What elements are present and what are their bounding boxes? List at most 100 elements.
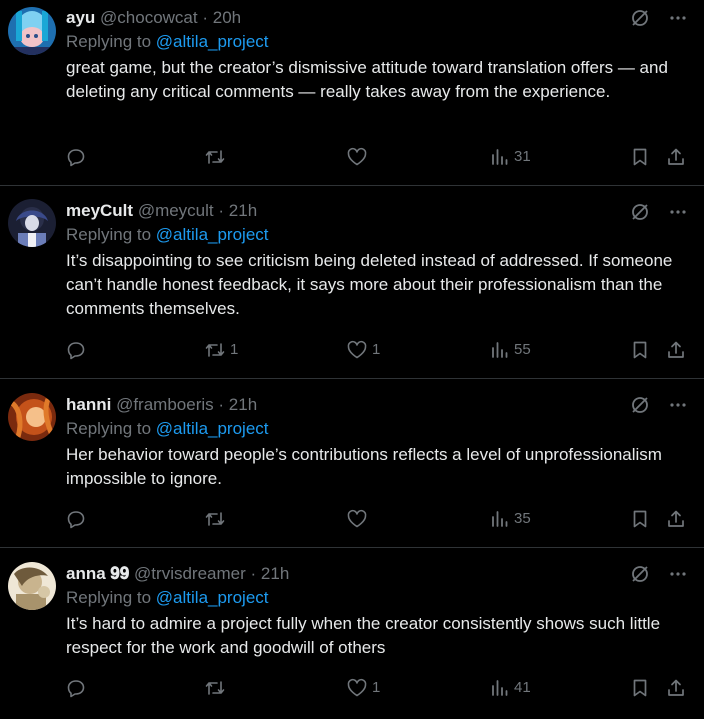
retweet-icon xyxy=(205,681,225,695)
bookmark-button[interactable] xyxy=(630,147,650,167)
reply-button[interactable] xyxy=(66,340,90,360)
more-options-icon[interactable] xyxy=(668,202,688,222)
analytics-icon xyxy=(492,511,508,527)
tweet[interactable]: anna 𝟗𝟗 @trvisdreamer · 21h Replying to … xyxy=(0,548,704,719)
views-button[interactable]: 55 xyxy=(490,340,531,360)
grok-icon[interactable] xyxy=(630,202,650,222)
share-button[interactable] xyxy=(666,509,686,529)
tweet-body: ayu @chocowcat · 20h Replying to @altila… xyxy=(66,6,686,104)
tweet-top-icons xyxy=(630,564,688,584)
display-name[interactable]: anna 𝟗𝟗 xyxy=(66,564,129,583)
avatar[interactable] xyxy=(8,199,56,247)
like-button[interactable] xyxy=(346,147,372,167)
tweet-actions: 1 41 xyxy=(66,678,688,702)
avatar[interactable] xyxy=(8,562,56,610)
views-button[interactable]: 31 xyxy=(490,147,531,167)
views-button[interactable]: 41 xyxy=(490,678,531,698)
tweet-header: anna 𝟗𝟗 @trvisdreamer · 21h xyxy=(66,562,686,586)
bookmark-icon xyxy=(633,341,647,359)
share-button[interactable] xyxy=(666,678,686,698)
tweet-body: meyCult @meycult · 21h Replying to @alti… xyxy=(66,199,686,321)
replying-to: Replying to @altila_project xyxy=(66,417,686,441)
tweet[interactable]: hanni @framboeris · 21h Replying to @alt… xyxy=(0,379,704,548)
tweet-text: Her behavior toward people’s contributio… xyxy=(66,445,662,488)
bookmark-button[interactable] xyxy=(630,340,650,360)
analytics-icon xyxy=(492,680,508,696)
view-count: 41 xyxy=(514,679,531,696)
share-icon xyxy=(668,148,684,165)
mention-link[interactable]: @altila_project xyxy=(156,32,269,51)
avatar[interactable] xyxy=(8,393,56,441)
reply-button[interactable] xyxy=(66,678,90,698)
tweet-body: hanni @framboeris · 21h Replying to @alt… xyxy=(66,393,686,491)
mention-link[interactable]: @altila_project xyxy=(156,588,269,607)
grok-icon[interactable] xyxy=(630,395,650,415)
tweet[interactable]: meyCult @meycult · 21h Replying to @alti… xyxy=(0,186,704,379)
retweet-button[interactable] xyxy=(204,678,230,698)
retweet-count: 1 xyxy=(230,341,239,358)
reply-icon xyxy=(67,680,85,698)
tweet[interactable]: ayu @chocowcat · 20h Replying to @altila… xyxy=(0,0,704,186)
grok-icon[interactable] xyxy=(630,8,650,28)
retweet-button[interactable] xyxy=(204,147,230,167)
like-count: 1 xyxy=(372,679,381,696)
like-count: 1 xyxy=(372,341,381,358)
more-options-icon[interactable] xyxy=(668,395,688,415)
tweet-header: meyCult @meycult · 21h xyxy=(66,199,686,223)
like-button[interactable] xyxy=(346,509,372,529)
tweet-top-icons xyxy=(630,202,688,222)
display-name[interactable]: meyCult xyxy=(66,201,133,220)
display-name[interactable]: ayu xyxy=(66,8,95,27)
reply-feed: ayu @chocowcat · 20h Replying to @altila… xyxy=(0,0,704,719)
tweet-text: It’s disappointing to see criticism bein… xyxy=(66,251,673,318)
analytics-icon xyxy=(492,149,508,165)
views-button[interactable]: 35 xyxy=(490,509,531,529)
tweet-actions: 31 xyxy=(66,147,688,171)
grok-icon[interactable] xyxy=(630,564,650,584)
mention-link[interactable]: @altila_project xyxy=(156,225,269,244)
user-handle[interactable]: @chocowcat xyxy=(100,8,198,27)
replying-to: Replying to @altila_project xyxy=(66,30,686,54)
tweet-text: It’s hard to admire a project fully when… xyxy=(66,614,661,657)
retweet-button[interactable] xyxy=(204,509,230,529)
tweet-body: anna 𝟗𝟗 @trvisdreamer · 21h Replying to … xyxy=(66,562,686,660)
avatar[interactable] xyxy=(8,7,56,55)
view-count: 31 xyxy=(514,148,531,165)
separator: · xyxy=(202,8,209,27)
reply-button[interactable] xyxy=(66,509,90,529)
more-options-icon[interactable] xyxy=(668,564,688,584)
view-count: 55 xyxy=(514,341,531,358)
retweet-icon xyxy=(205,150,225,164)
more-options-icon[interactable] xyxy=(668,8,688,28)
bookmark-icon xyxy=(633,679,647,697)
replying-to: Replying to @altila_project xyxy=(66,586,686,610)
bookmark-icon xyxy=(633,510,647,528)
bookmark-button[interactable] xyxy=(630,509,650,529)
share-button[interactable] xyxy=(666,147,686,167)
tweet-top-icons xyxy=(630,395,688,415)
replying-prefix: Replying to xyxy=(66,225,152,244)
timestamp[interactable]: 21h xyxy=(229,201,257,220)
like-button[interactable]: 1 xyxy=(346,678,380,698)
share-icon xyxy=(668,510,684,527)
display-name[interactable]: hanni xyxy=(66,395,111,414)
reply-button[interactable] xyxy=(66,147,90,167)
timestamp[interactable]: 21h xyxy=(261,564,289,583)
heart-icon xyxy=(347,340,367,359)
like-button[interactable]: 1 xyxy=(346,340,380,360)
user-handle[interactable]: @trvisdreamer xyxy=(134,564,246,583)
reply-icon xyxy=(67,149,85,167)
tweet-header: ayu @chocowcat · 20h xyxy=(66,6,686,30)
heart-icon xyxy=(347,147,367,166)
replying-prefix: Replying to xyxy=(66,32,152,51)
user-handle[interactable]: @framboeris xyxy=(116,395,214,414)
reply-icon xyxy=(67,511,85,529)
mention-link[interactable]: @altila_project xyxy=(156,419,269,438)
timestamp[interactable]: 20h xyxy=(213,8,241,27)
bookmark-button[interactable] xyxy=(630,678,650,698)
replying-prefix: Replying to xyxy=(66,419,152,438)
retweet-button[interactable]: 1 xyxy=(204,340,238,360)
timestamp[interactable]: 21h xyxy=(229,395,257,414)
share-button[interactable] xyxy=(666,340,686,360)
user-handle[interactable]: @meycult xyxy=(138,201,214,220)
